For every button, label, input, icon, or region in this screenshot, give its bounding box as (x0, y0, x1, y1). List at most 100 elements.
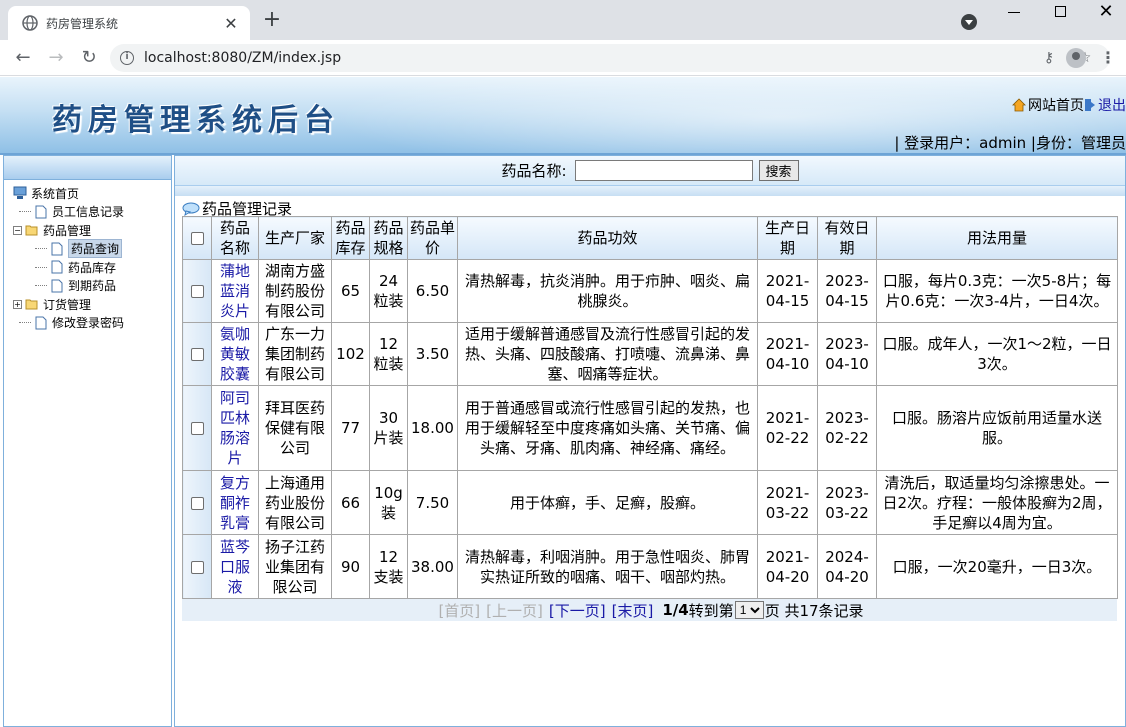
drug-name-link[interactable]: 蓝芩口服液 (211, 534, 259, 599)
page: 药房管理系统后台 网站首页 退出 | 登录用户：admin |身份：管理员 系统… (0, 77, 1126, 727)
user-info: | 登录用户：admin |身份：管理员 (894, 134, 1126, 152)
row-select-cell (182, 385, 212, 471)
tree-item-expired-drugs[interactable]: 到期药品 (13, 277, 124, 296)
goto-suffix: 页 共17条记录 (764, 601, 864, 620)
stock-cell: 65 (331, 259, 370, 323)
drug-name-input[interactable] (574, 160, 753, 181)
new-tab-button[interactable]: + (262, 9, 282, 31)
column-header: 药品规格 (369, 216, 408, 260)
drug-name-link[interactable]: 氨咖黄敏胶囊 (211, 322, 259, 386)
browser-tabstrip: 药房管理系统 ✕ + ✕ (0, 0, 1126, 40)
tab-title: 药房管理系统 (46, 16, 119, 31)
tree-item-staff[interactable]: 员工信息记录 (13, 203, 124, 222)
last-page-link[interactable]: [末页] (612, 600, 654, 621)
minimize-icon[interactable] (1008, 12, 1020, 13)
table-row: 氨咖黄敏胶囊 广东一力集团制药有限公司 102 12粒装 3.50 适用于缓解普… (182, 322, 1118, 386)
home-link[interactable]: 网站首页 (1028, 95, 1084, 115)
collapse-icon[interactable]: − (13, 225, 22, 235)
row-select-cell (182, 534, 212, 599)
browser-tab[interactable]: 药房管理系统 ✕ (8, 6, 250, 40)
window-close-icon[interactable]: ✕ (1098, 0, 1114, 26)
usage-cell: 口服。成年人，一次1～2粒，一日3次。 (876, 322, 1118, 386)
usage-cell: 口服，一次20毫升，一日3次。 (876, 534, 1118, 599)
expire-date-cell: 2023-04-10 (817, 322, 877, 386)
expand-icon[interactable]: + (13, 299, 22, 309)
main-content: 药品名称: 搜索 药品管理记录 药品名称 生产厂家 药品库存 药品规格 药品单价… (174, 155, 1126, 727)
row-checkbox[interactable] (190, 560, 204, 574)
page-select[interactable]: 1 (734, 601, 764, 619)
site-title: 药房管理系统后台 (52, 103, 340, 138)
tree-item-change-password[interactable]: 修改登录密码 (13, 314, 124, 333)
effect-cell: 清热解毒，利咽消肿。用于急性咽炎、肺胃实热证所致的咽痛、咽干、咽部灼热。 (457, 534, 758, 599)
row-checkbox[interactable] (190, 496, 204, 510)
computer-icon (13, 186, 27, 200)
info-icon[interactable]: i (120, 51, 134, 65)
tree-label: 订货管理 (43, 297, 92, 312)
select-all-cell (182, 216, 212, 260)
row-select-cell (182, 322, 212, 386)
tree-item-drug-stock[interactable]: 药品库存 (13, 258, 124, 277)
row-checkbox[interactable] (190, 285, 204, 298)
column-header: 生产厂家 (258, 216, 332, 260)
reload-icon[interactable]: ↻ (78, 47, 100, 69)
tree-item-home[interactable]: 系统首页 (13, 184, 124, 203)
row-checkbox[interactable] (190, 348, 204, 361)
usage-cell: 清洗后，取适量均匀涂擦患处。一日2次。疗程：一般体股癣为2周，手足癣以4周为宜。 (876, 470, 1118, 535)
usage-cell: 口服，每片0.3克：一次5-8片；每片0.6克：一次3-4片，一日4次。 (876, 259, 1118, 323)
tree-connector (19, 211, 31, 213)
column-header: 药品名称 (211, 216, 259, 260)
page-icon (51, 260, 63, 274)
select-all-checkbox[interactable] (190, 232, 204, 245)
made-date-cell: 2021-02-22 (757, 385, 818, 471)
effect-cell: 用于体癣，手、足癣，股癣。 (457, 470, 758, 535)
tree-item-drug-mgmt[interactable]: − 药品管理 (13, 221, 124, 240)
address-bar[interactable]: i localhost:8080/ZM/index.jsp ⚷ ☆ (110, 44, 1110, 72)
menu-dots-icon[interactable]: ⋮ (1100, 48, 1116, 68)
table-row: 蓝芩口服液 扬子江药业集团有限公司 90 12支装 38.00 清热解毒，利咽消… (182, 534, 1118, 599)
page-icon (35, 205, 47, 219)
price-cell: 6.50 (407, 259, 458, 323)
drug-name-link[interactable]: 复方酮祚乳膏 (211, 470, 259, 535)
made-date-cell: 2021-04-20 (757, 534, 818, 599)
tree-item-drug-query[interactable]: 药品查询 (13, 239, 124, 259)
expire-date-cell: 2023-02-22 (817, 385, 877, 471)
folder-open-icon (25, 225, 38, 236)
column-header: 生产日期 (757, 216, 818, 260)
drug-table: 药品名称 生产厂家 药品库存 药品规格 药品单价 药品功效 生产日期 有效日期 … (182, 216, 1118, 599)
back-icon[interactable]: ← (12, 47, 34, 69)
effect-cell: 适用于缓解普通感冒及流行性感冒引起的发热、头痛、四肢酸痛、打喷嚏、流鼻涕、鼻塞、… (457, 322, 758, 386)
drug-name-link[interactable]: 阿司匹林肠溶片 (211, 385, 259, 471)
row-select-cell (182, 259, 212, 323)
pagination: [首页] [上一页] [下一页] [末页] 1/4 转到第 1 页 共17条记录 (182, 599, 1117, 621)
key-icon[interactable]: ⚷ (1038, 50, 1060, 66)
search-button[interactable]: 搜索 (758, 160, 799, 181)
tree-connector (35, 248, 47, 250)
forward-icon[interactable]: → (45, 47, 67, 69)
drug-name-link[interactable]: 蒲地蓝消炎片 (211, 259, 259, 323)
prev-page-link[interactable]: [上一页] (486, 600, 543, 621)
tree-item-orders[interactable]: + 订货管理 (13, 295, 124, 314)
maximize-icon[interactable] (1055, 6, 1066, 17)
search-label: 药品名称: (501, 162, 567, 180)
exit-icon (1085, 99, 1095, 111)
profile-icon[interactable] (1066, 48, 1086, 68)
row-checkbox[interactable] (190, 422, 204, 435)
spec-cell: 30片装 (369, 385, 408, 471)
close-tab-icon[interactable]: ✕ (222, 14, 240, 33)
made-date-cell: 2021-03-22 (757, 470, 818, 535)
tree-label: 到期药品 (68, 279, 117, 294)
header-banner: 药房管理系统后台 网站首页 退出 | 登录用户：admin |身份：管理员 (0, 77, 1126, 153)
logout-link[interactable]: 退出 (1098, 95, 1126, 115)
spec-cell: 24粒装 (369, 259, 408, 323)
goto-prefix: 转到第 (688, 601, 734, 620)
url-text[interactable]: localhost:8080/ZM/index.jsp (144, 50, 1038, 66)
browser-toolbar: ← → ↻ i localhost:8080/ZM/index.jsp ⚷ ☆ … (0, 40, 1126, 76)
page-icon (51, 242, 63, 256)
search-bar: 药品名称: 搜索 (175, 156, 1125, 186)
drug-table-wrap: 药品名称 生产厂家 药品库存 药品规格 药品单价 药品功效 生产日期 有效日期 … (182, 216, 1118, 599)
tab-search-icon[interactable] (961, 14, 977, 30)
first-page-link[interactable]: [首页] (438, 600, 480, 621)
stock-cell: 90 (331, 534, 370, 599)
next-page-link[interactable]: [下一页] (549, 600, 606, 621)
column-header: 用法用量 (876, 216, 1118, 260)
